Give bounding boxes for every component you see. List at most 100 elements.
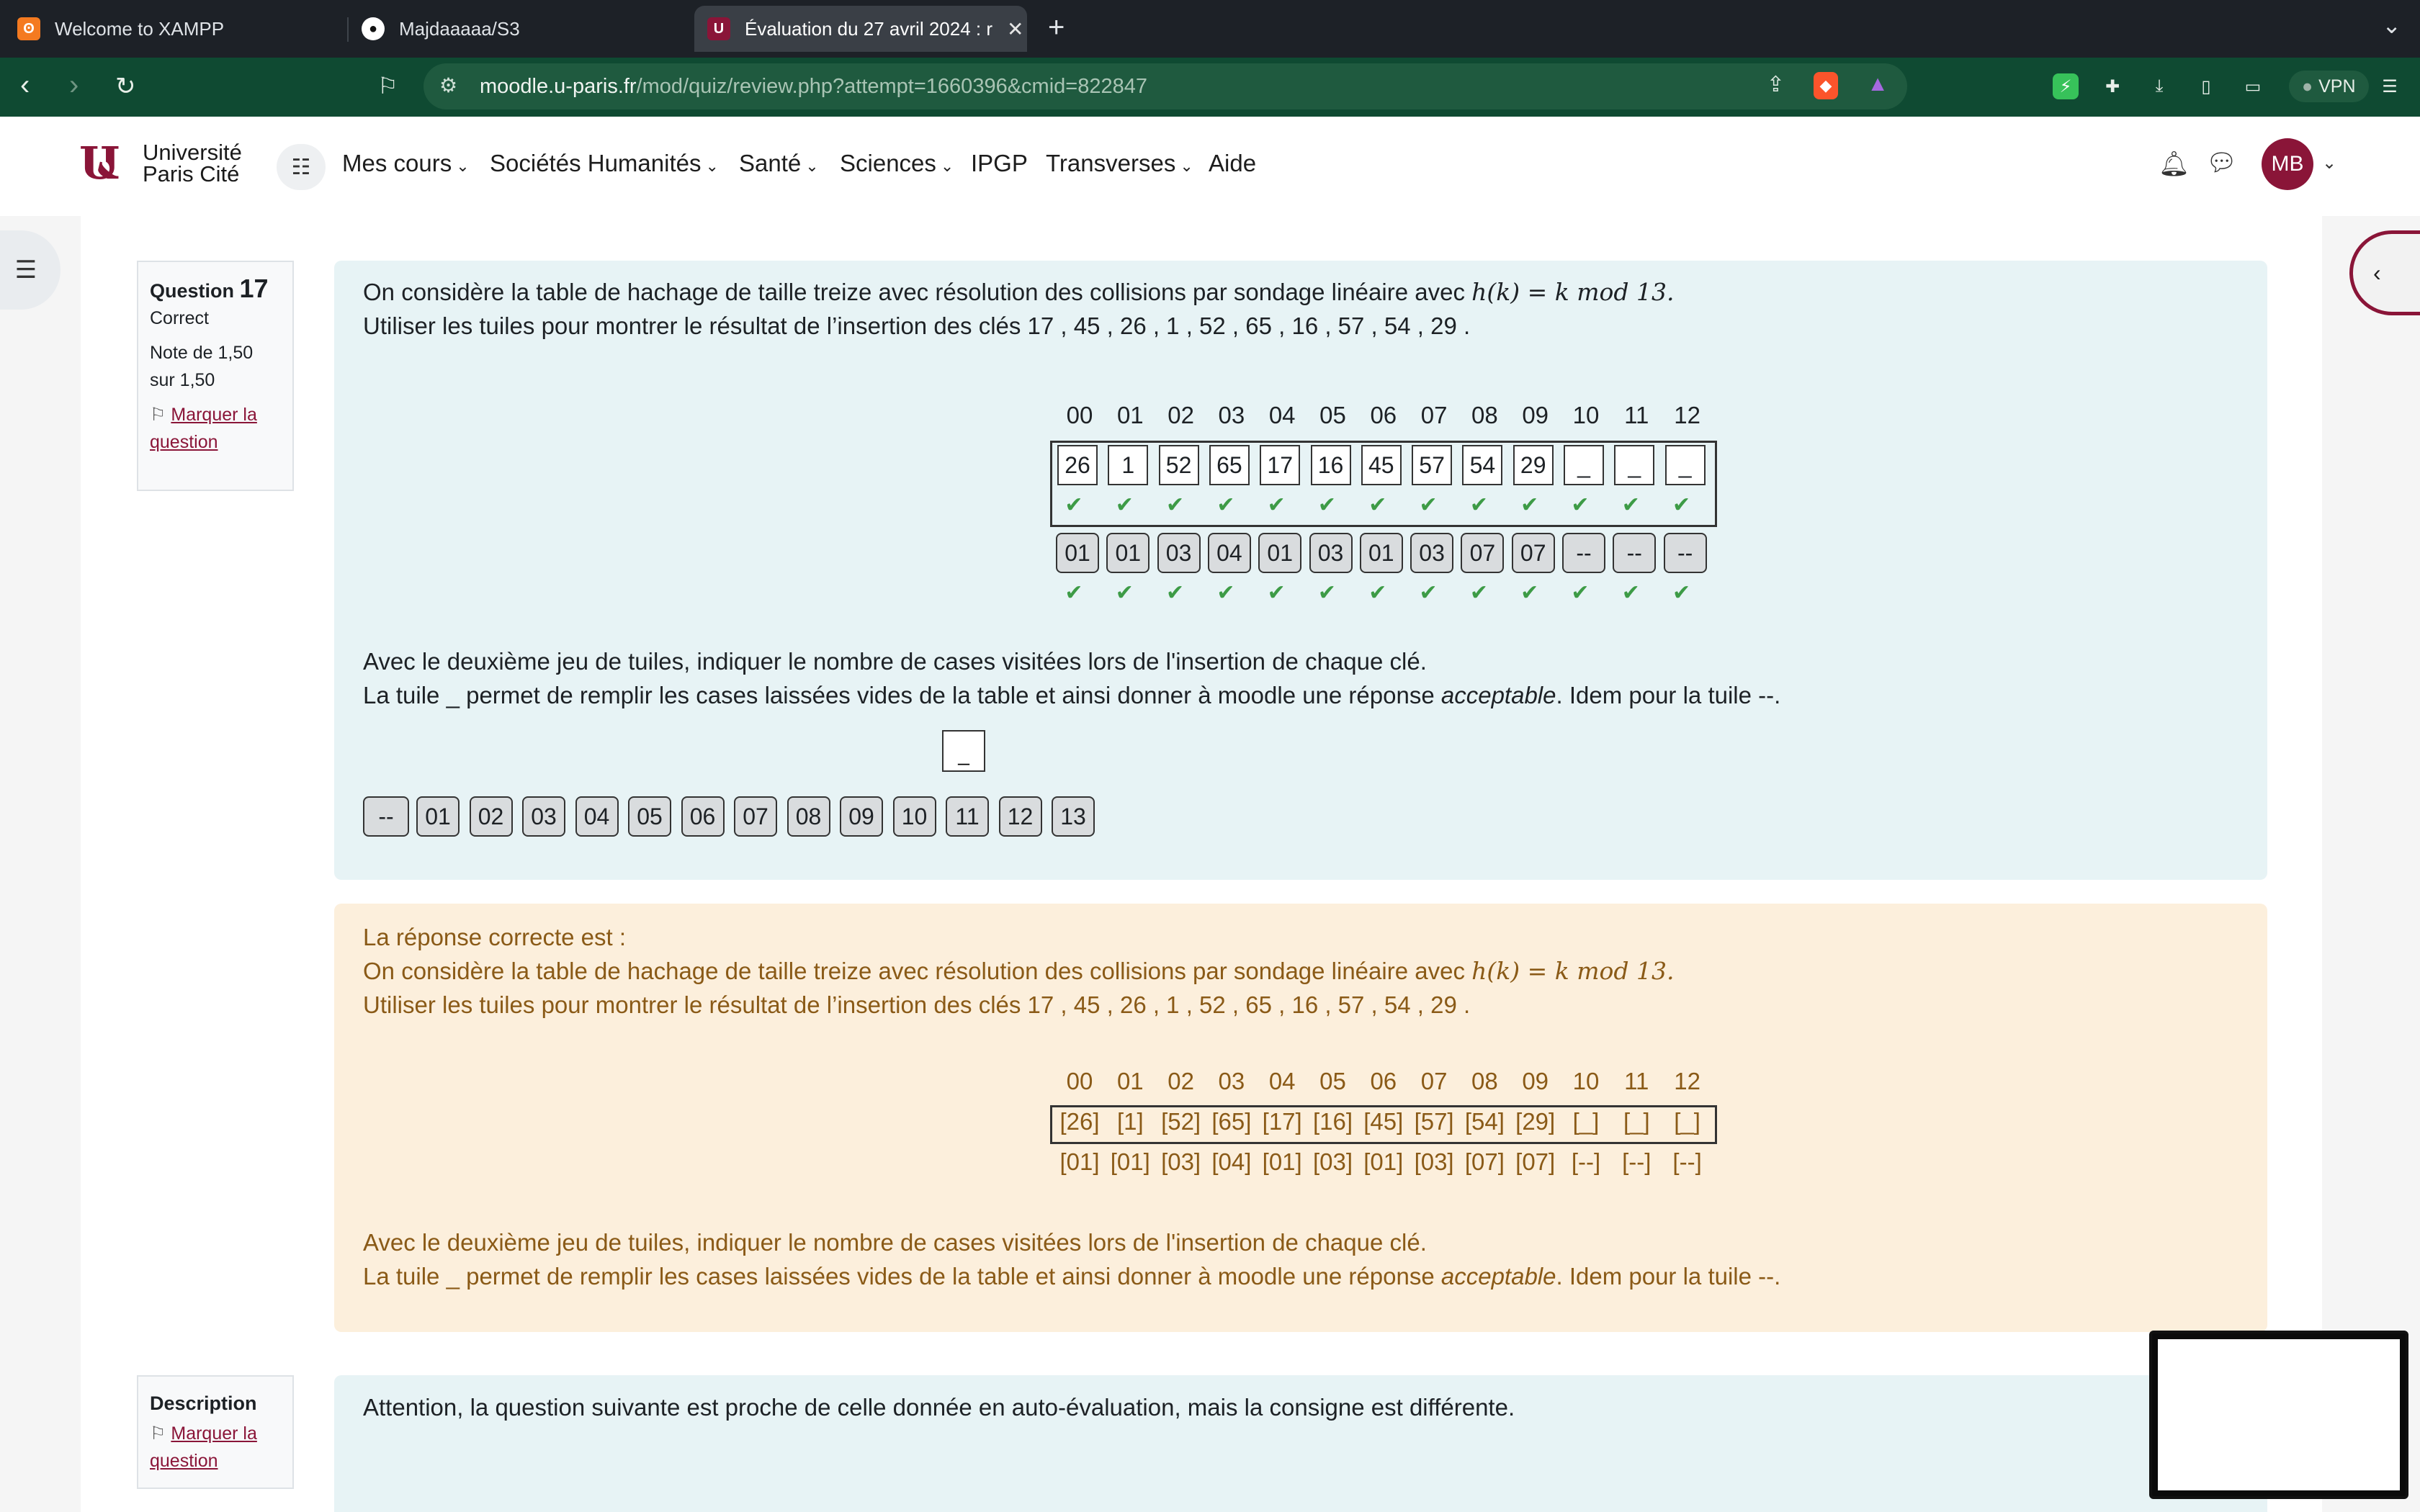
palette-tile[interactable]: 05	[628, 796, 671, 837]
messages-chat-icon[interactable]: 💬︎	[2206, 148, 2237, 177]
menu-mes-cours[interactable]: Mes cours ⌄	[342, 150, 470, 177]
screen-preview-thumbnail[interactable]	[2149, 1331, 2408, 1499]
palette-tile[interactable]: 10	[892, 796, 936, 837]
bookmark-icon[interactable]: ⚐	[377, 72, 398, 99]
course-index-drawer-button[interactable]: ☰	[0, 230, 60, 310]
palette-tile[interactable]: 08	[786, 796, 830, 837]
correct-visit-value: [--]	[1571, 1148, 1601, 1175]
correct-table-value: [_]	[1674, 1108, 1700, 1135]
palette-tile[interactable]: 04	[575, 796, 619, 837]
question-info: Question 17 Correct Note de 1,50 sur 1,5…	[137, 261, 294, 491]
question-number: Question 17	[150, 274, 269, 303]
table-slot[interactable]: 65	[1209, 445, 1250, 485]
menu-transverses[interactable]: Transverses ⌄	[1046, 150, 1193, 177]
tab-xampp[interactable]: ʘ Welcome to XAMPP	[17, 6, 224, 52]
tab-github[interactable]: ● Majdaaaaa/S3	[362, 6, 520, 52]
index-label: 04	[1268, 1068, 1296, 1094]
extension-icon[interactable]: ⚡	[2053, 73, 2079, 99]
palette-tile[interactable]: 07	[734, 796, 777, 837]
flag-question-link[interactable]: ⚐ Marquer la question	[150, 401, 281, 456]
palette-tile[interactable]: 13	[1052, 796, 1095, 837]
url-bar[interactable]: ⚙ moodle.u-paris.fr/mod/quiz/review.php?…	[424, 63, 1907, 109]
correct-table-value: [_]	[1623, 1108, 1650, 1135]
visit-count-tile[interactable]: 07	[1461, 533, 1505, 573]
visit-count-tile[interactable]: 01	[1258, 533, 1302, 573]
table-slot[interactable]: 17	[1260, 445, 1301, 485]
menu-ipgp[interactable]: IPGP	[971, 150, 1028, 177]
table-slot[interactable]: 54	[1462, 445, 1503, 485]
block-drawer-button[interactable]: ‹	[2349, 230, 2420, 315]
flag-description-link[interactable]: ⚐ Marquer la question	[150, 1420, 281, 1475]
course-index-toggle-button[interactable]: ☷	[277, 144, 326, 190]
menu-sante[interactable]: Santé ⌄	[739, 150, 819, 177]
palette-tile[interactable]: 12	[998, 796, 1042, 837]
visit-count-tile[interactable]: 03	[1157, 533, 1201, 573]
question-keys-line: Utiliser les tuiles pour montrer le résu…	[363, 312, 1471, 339]
correct-table-value: [16]	[1312, 1108, 1353, 1135]
table-slot[interactable]: 26	[1057, 445, 1098, 485]
palette-tile[interactable]: 11	[946, 796, 989, 837]
menu-sciences[interactable]: Sciences ⌄	[840, 150, 954, 177]
index-label: 00	[1066, 402, 1093, 428]
visit-count-tile[interactable]: --	[1613, 533, 1657, 573]
index-label: 03	[1218, 402, 1245, 428]
tab-list-chevron-icon[interactable]: ⌄	[2382, 12, 2401, 39]
visit-count-tile[interactable]: 07	[1511, 533, 1555, 573]
palette-tile[interactable]: 06	[681, 796, 725, 837]
site-settings-icon[interactable]: ⚙	[439, 73, 457, 97]
visit-count-tile[interactable]: --	[1663, 533, 1707, 573]
new-tab-button[interactable]: +	[1048, 12, 1065, 44]
visit-count-tile[interactable]: 04	[1207, 533, 1251, 573]
table-slot[interactable]: 52	[1158, 445, 1199, 485]
palette-tile[interactable]: 09	[840, 796, 883, 837]
visit-count-tile[interactable]: 01	[1106, 533, 1150, 573]
chevron-down-icon: ⌄	[705, 157, 719, 175]
correct-check-icon: ✔	[1166, 581, 1185, 605]
university-logo[interactable]: Ա Université Paris Cité	[79, 138, 242, 189]
brave-rewards-icon[interactable]: ▲	[1867, 72, 1888, 96]
back-icon[interactable]: ‹	[20, 69, 30, 102]
table-slot[interactable]: 57	[1412, 445, 1453, 485]
visit-count-tile[interactable]: 01	[1359, 533, 1403, 573]
browser-menu-icon[interactable]: ☰	[2377, 73, 2403, 99]
visit-count-tile[interactable]: --	[1562, 533, 1605, 573]
palette-tile[interactable]: 01	[416, 796, 460, 837]
table-slot[interactable]: 45	[1361, 445, 1402, 485]
table-slot[interactable]: 1	[1108, 445, 1149, 485]
feedback-instruction-1: Avec le deuxième jeu de tuiles, indiquer…	[363, 1229, 1427, 1256]
visit-count-tile[interactable]: 03	[1309, 533, 1353, 573]
forward-icon[interactable]: ›	[69, 69, 79, 102]
close-icon[interactable]: ✕	[1007, 17, 1023, 41]
notifications-bell-icon[interactable]: 🔔︎	[2159, 150, 2190, 179]
extensions-puzzle-icon[interactable]: ✚	[2099, 73, 2125, 99]
table-slot[interactable]: _	[1564, 445, 1604, 485]
menu-aide[interactable]: Aide	[1209, 150, 1256, 177]
table-slot[interactable]: 16	[1310, 445, 1351, 485]
index-label: 05	[1319, 1068, 1346, 1094]
table-slot[interactable]: 29	[1512, 445, 1554, 485]
spare-tile-slot[interactable]: _	[942, 730, 985, 772]
tab-moodle-active[interactable]: U Évaluation du 27 avril 2024 : r ✕	[694, 6, 1027, 52]
share-icon[interactable]: ⇪	[1767, 72, 1785, 97]
correct-check-icon: ✔	[1520, 493, 1539, 517]
visit-count-tile[interactable]: 01	[1056, 533, 1099, 573]
sidebar-icon[interactable]: ▯	[2193, 73, 2219, 99]
user-avatar[interactable]: MB	[2262, 138, 2313, 190]
vpn-button[interactable]: ● VPN	[2289, 71, 2369, 102]
palette-tile[interactable]: 02	[469, 796, 513, 837]
wallet-icon[interactable]: ▭	[2240, 73, 2266, 99]
index-label: 03	[1218, 1068, 1245, 1094]
table-slot[interactable]: _	[1614, 445, 1655, 485]
download-icon[interactable]: ⤓	[2146, 73, 2172, 99]
menu-societes-humanites[interactable]: Sociétés Humanités ⌄	[490, 150, 719, 177]
index-label: 11	[1624, 402, 1649, 428]
table-slot[interactable]: _	[1664, 445, 1706, 485]
visit-count-tile[interactable]: 03	[1410, 533, 1454, 573]
brave-shield-icon[interactable]: ◆	[1814, 72, 1838, 99]
palette-tile[interactable]: 03	[522, 796, 565, 837]
correct-visit-value: [01]	[1363, 1148, 1404, 1175]
reload-icon[interactable]: ↻	[115, 72, 136, 101]
palette-tile[interactable]: --	[363, 796, 409, 837]
tab-separator	[347, 17, 349, 42]
user-menu-chevron-icon[interactable]: ⌄	[2322, 153, 2336, 174]
